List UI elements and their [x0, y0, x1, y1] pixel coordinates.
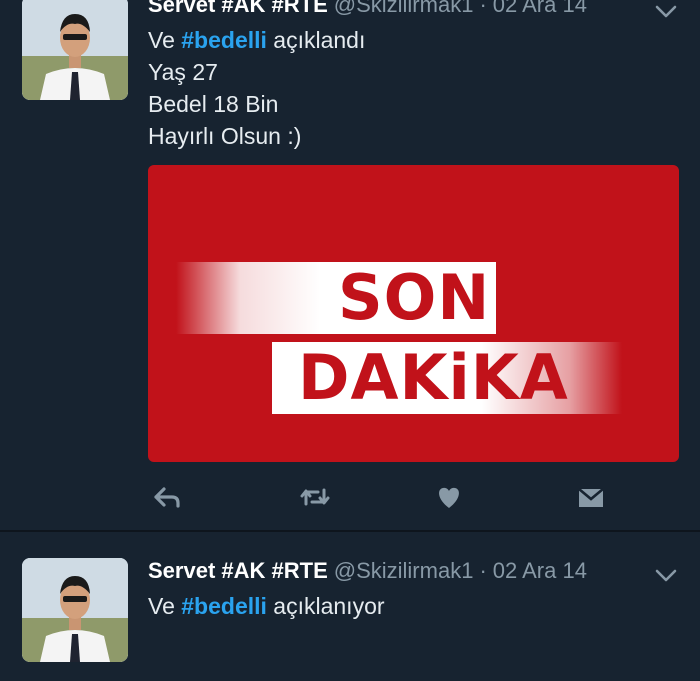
text-line: Bedel 18 Bin: [148, 91, 279, 117]
like-icon[interactable]: [434, 484, 464, 510]
tweet-text: Ve #bedelli açıklandı Yaş 27 Bedel 18 Bi…: [148, 24, 365, 152]
username[interactable]: @Skizilirmak1: [334, 558, 474, 583]
hashtag-link[interactable]: #bedelli: [181, 27, 267, 53]
timestamp[interactable]: 02 Ara 14: [493, 0, 587, 17]
display-name[interactable]: Servet #AK #RTE: [148, 558, 328, 583]
reply-icon[interactable]: [152, 484, 182, 510]
tweet-actions: [148, 478, 618, 518]
timestamp[interactable]: 02 Ara 14: [493, 558, 587, 583]
tweet-header: Servet #AK #RTE @Skizilirmak1 · 02 Ara 14: [148, 0, 587, 18]
tweet-media-image[interactable]: SON DAKiKA: [148, 165, 679, 462]
tweet[interactable]: Servet #AK #RTE @Skizilirmak1 · 02 Ara 14 V…: [0, 0, 700, 530]
avatar[interactable]: [22, 558, 128, 662]
tweet[interactable]: Servet #AK #RTE @Skizilirmak1 · 02 Ara 14 V…: [0, 532, 700, 681]
text-segment: Ve: [148, 593, 182, 619]
separator: ·: [479, 558, 487, 583]
username[interactable]: @Skizilirmak1: [334, 0, 474, 17]
text-line: Yaş 27: [148, 59, 218, 85]
tweet-text: Ve #bedelli açıklanıyor: [148, 590, 385, 622]
avatar[interactable]: [22, 0, 128, 100]
text-segment: açıklandı: [266, 27, 366, 53]
chevron-down-icon[interactable]: [654, 568, 678, 584]
hashtag-link[interactable]: #bedelli: [181, 593, 267, 619]
separator: ·: [479, 0, 487, 17]
text-segment: açıklanıyor: [266, 593, 385, 619]
tweet-header: Servet #AK #RTE @Skizilirmak1 · 02 Ara 14: [148, 558, 587, 584]
media-word: SON: [338, 261, 491, 334]
display-name[interactable]: Servet #AK #RTE: [148, 0, 328, 17]
direct-message-icon[interactable]: [576, 484, 606, 510]
chevron-down-icon[interactable]: [654, 4, 678, 20]
retweet-icon[interactable]: [300, 484, 330, 510]
text-segment: Ve: [148, 27, 182, 53]
text-line: Hayırlı Olsun :): [148, 123, 302, 149]
media-word: DAKiKA: [298, 341, 569, 414]
